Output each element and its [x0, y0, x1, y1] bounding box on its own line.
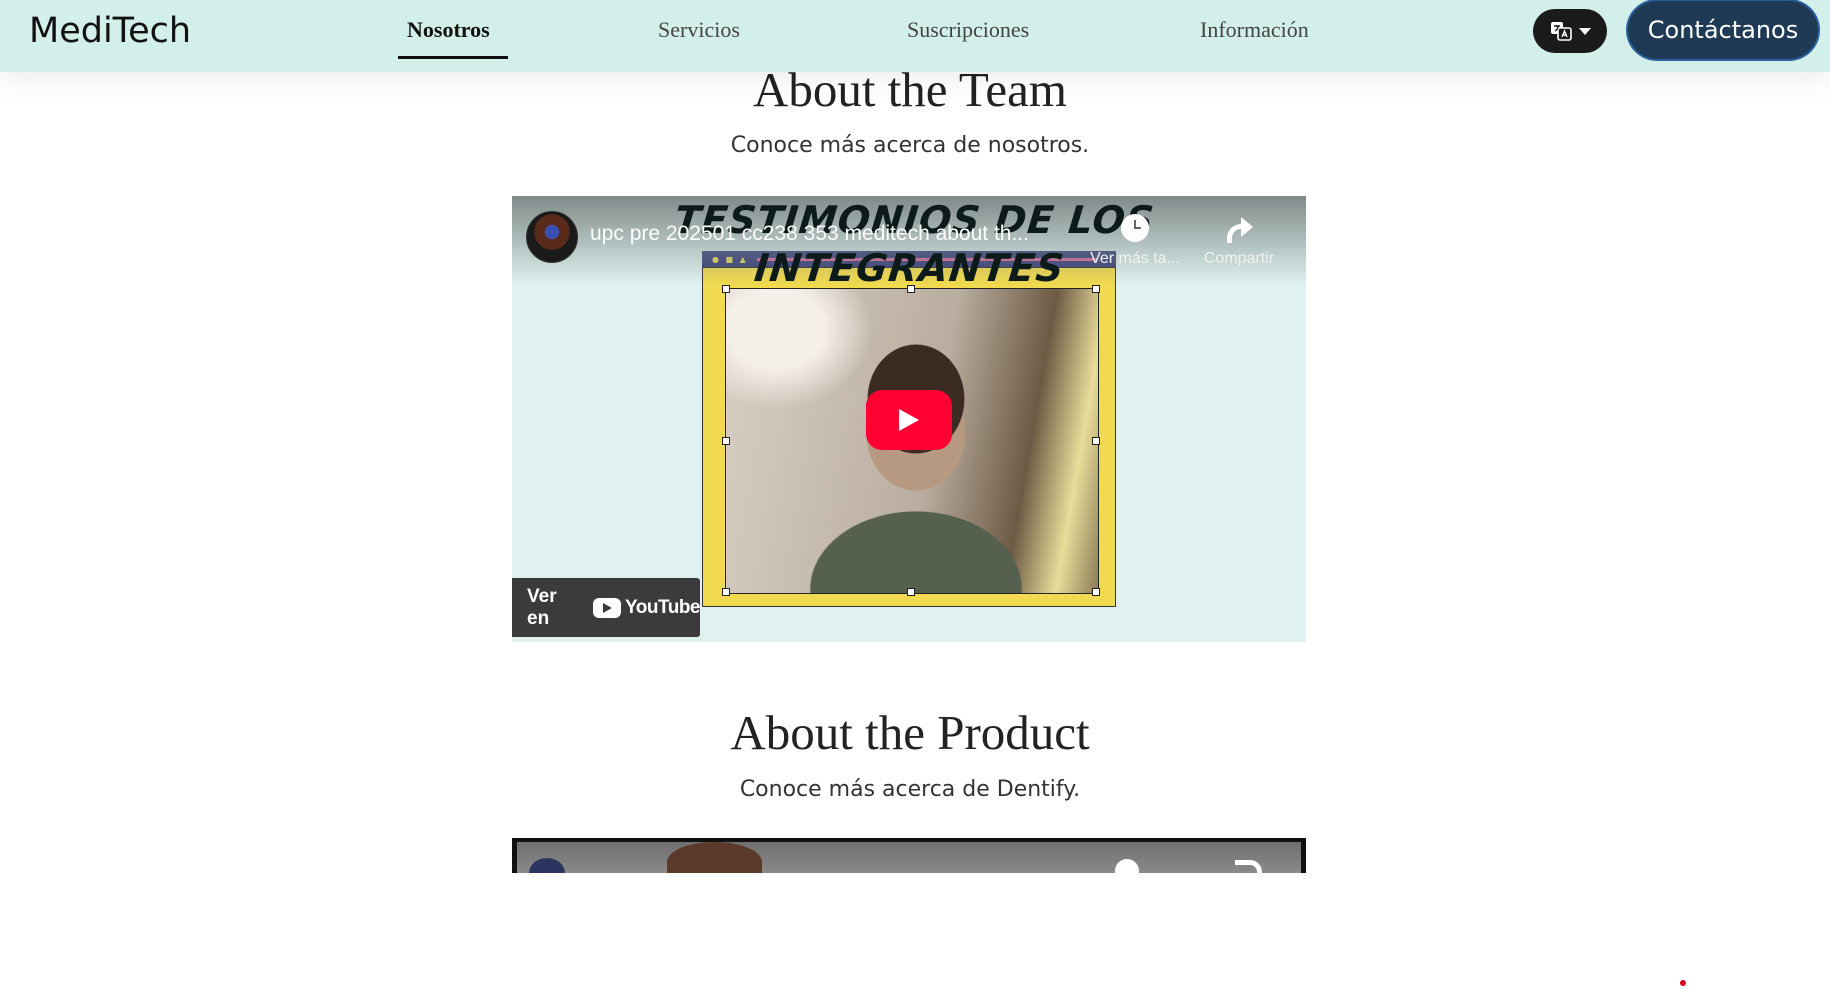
active-nav-indicator — [398, 56, 508, 59]
product-video-embed[interactable] — [512, 838, 1306, 873]
share-button[interactable]: Compartir — [1184, 214, 1294, 268]
selection-handle — [722, 437, 730, 445]
watch-later-label: Ver más ta... — [1090, 250, 1180, 267]
channel-avatar[interactable] — [529, 858, 565, 873]
video-title-link[interactable]: upc pre 202501 cc238 353 meditech about … — [590, 220, 1029, 248]
product-video-preview — [517, 842, 1301, 873]
indicator-dot — [1680, 980, 1686, 986]
nav-link-informacion[interactable]: Información — [1200, 14, 1309, 46]
channel-avatar[interactable] — [526, 211, 578, 263]
product-section-title: About the Product — [730, 705, 1090, 760]
team-section-subtitle: Conoce más acerca de nosotros. — [730, 133, 1090, 158]
contact-button[interactable]: Contáctanos — [1628, 1, 1818, 59]
share-label: Compartir — [1203, 250, 1275, 267]
selection-handle — [907, 588, 915, 596]
watch-later-button[interactable]: Ver más ta... — [1080, 214, 1190, 268]
selection-handle — [722, 588, 730, 596]
navbar: MediTech Nosotros Servicios Suscripcione… — [0, 0, 1830, 72]
language-selector-button[interactable] — [1533, 9, 1607, 53]
youtube-icon — [593, 597, 622, 618]
share-icon — [1225, 214, 1253, 243]
chevron-down-icon — [1578, 27, 1591, 35]
youtube-logo: YouTube — [593, 597, 700, 619]
nav-link-servicios[interactable]: Servicios — [658, 14, 740, 46]
nav-link-nosotros[interactable]: Nosotros — [407, 14, 490, 46]
nav-link-suscripciones[interactable]: Suscripciones — [907, 14, 1029, 46]
brand-logo[interactable]: MediTech — [29, 9, 191, 53]
clock-icon — [1121, 214, 1149, 242]
watch-on-youtube-button[interactable]: Ver en YouTube — [512, 578, 700, 637]
translate-icon — [1550, 21, 1572, 41]
selection-handle — [1092, 437, 1100, 445]
product-section-subtitle: Conoce más acerca de Dentify. — [739, 777, 1081, 802]
play-button[interactable] — [866, 390, 952, 450]
share-icon[interactable] — [1235, 860, 1262, 873]
selection-handle — [1092, 588, 1100, 596]
watch-on-label: Ver en — [527, 585, 557, 629]
team-video-embed[interactable]: ● ■ ▲ TESTIMONIOS DE LOS INTEGRANTES upc… — [512, 196, 1306, 642]
clock-icon[interactable] — [1115, 859, 1139, 873]
youtube-wordmark: YouTube — [625, 596, 700, 618]
